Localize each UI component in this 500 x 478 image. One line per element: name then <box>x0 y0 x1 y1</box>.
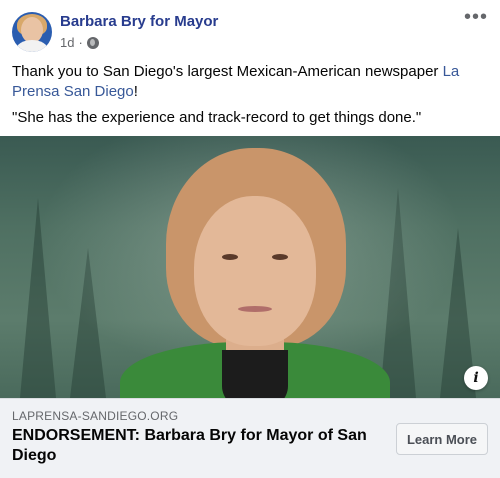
learn-more-button[interactable]: Learn More <box>396 423 488 455</box>
post-text-suffix: ! <box>133 83 138 100</box>
meta-separator: · <box>78 35 83 50</box>
avatar-shirt <box>16 40 48 52</box>
post-text-quote: "She has the experience and track-record… <box>12 109 422 126</box>
post-photo[interactable]: i <box>0 136 500 398</box>
page-avatar[interactable] <box>12 12 52 52</box>
portrait-mouth <box>238 306 272 312</box>
post-header: Barbara Bry for Mayor 1d · ••• <box>12 7 488 54</box>
post-timestamp[interactable]: 1d <box>60 35 74 50</box>
globe-icon[interactable] <box>86 36 99 49</box>
info-icon[interactable]: i <box>464 366 488 390</box>
page-name-link[interactable]: Barbara Bry for Mayor <box>60 13 218 30</box>
portrait-eye-left <box>222 254 238 260</box>
portrait-eye-right <box>272 254 288 260</box>
post-text-prefix: Thank you to San Diego's largest Mexican… <box>12 63 443 80</box>
post-text: Thank you to San Diego's largest Mexican… <box>12 62 488 134</box>
portrait-shirt <box>222 350 288 398</box>
post-meta: 1d · <box>60 35 99 50</box>
ellipsis-icon[interactable]: ••• <box>464 7 488 27</box>
link-headline[interactable]: ENDORSEMENT: Barbara Bry for Mayor of Sa… <box>12 426 384 466</box>
link-domain: LAPRENSA-SANDIEGO.ORG <box>12 409 179 423</box>
post-text-line-1: Thank you to San Diego's largest Mexican… <box>12 62 488 102</box>
portrait-face <box>194 196 316 346</box>
link-preview-card[interactable]: LAPRENSA-SANDIEGO.ORG ENDORSEMENT: Barba… <box>0 398 500 478</box>
